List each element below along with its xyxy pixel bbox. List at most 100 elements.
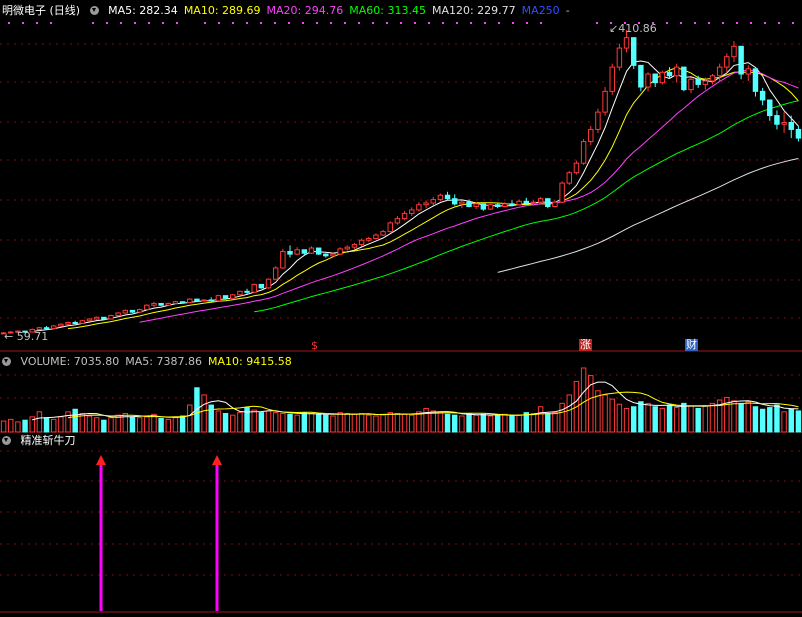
volume-bar [666, 404, 673, 433]
volume-bar [43, 417, 50, 433]
volume-bar [423, 407, 429, 433]
legend-toggle-icon[interactable] [89, 6, 99, 15]
candle-body [444, 194, 451, 200]
volume-bar [244, 407, 250, 433]
top-dot [120, 22, 122, 24]
candle-body [623, 37, 630, 49]
volume-bar [308, 412, 315, 433]
candle-body [459, 201, 465, 205]
volume-bar [459, 415, 465, 433]
candle-body [502, 203, 508, 207]
candle-body [752, 68, 759, 92]
volume-bar [15, 421, 21, 433]
candle-body [552, 201, 558, 207]
candle-body [215, 295, 222, 302]
volume-bar [129, 416, 136, 433]
candle-body [179, 301, 186, 304]
volume-bar [272, 412, 279, 433]
volume-bar [616, 403, 623, 433]
volume-bar [344, 412, 351, 433]
volume-bar [731, 400, 737, 433]
volume-bar [609, 398, 615, 433]
volume-bar [659, 407, 666, 433]
candle-body [516, 200, 522, 206]
candle-body [387, 222, 393, 233]
price-high-label: ↙410.86 [609, 22, 657, 35]
volume-bar [301, 412, 308, 433]
price-legend: 明微电子 (日线) MA5: 282.34 MA10: 289.69 MA20: 2… [2, 3, 576, 18]
top-dot [344, 22, 346, 24]
candle-body [222, 295, 229, 299]
signal-bar-2 [215, 463, 219, 611]
candle-body [194, 298, 200, 302]
candle-body [409, 209, 415, 214]
candle-body [115, 312, 121, 317]
price-low-label: ← 59.71 [4, 330, 49, 343]
event-marker-2[interactable]: 财 [685, 339, 698, 351]
candle-body [451, 198, 458, 205]
volume-bar [437, 412, 444, 433]
candle-body [774, 115, 780, 125]
volume-bar [509, 415, 515, 433]
volume-bar [752, 406, 759, 433]
volume-bar [774, 404, 780, 433]
candle-body [559, 182, 565, 203]
candle-body [695, 78, 701, 85]
chart-stage[interactable]: 明微电子 (日线) MA5: 282.34 MA10: 289.69 MA20: 2… [0, 0, 802, 617]
volume-bar [795, 410, 802, 433]
candle-body [79, 320, 86, 324]
top-dot [22, 22, 24, 24]
candle-body [373, 234, 379, 240]
candle-body [129, 309, 136, 313]
candle-body [530, 201, 537, 204]
volume-bar [136, 417, 143, 433]
ma-legend-item-2: MA20: 294.76 [266, 4, 344, 17]
event-marker-1[interactable]: 涨 [579, 339, 592, 351]
volume-bar [108, 417, 114, 433]
candle-body [545, 198, 551, 207]
volume-bar [86, 415, 93, 433]
volume-bar [444, 413, 451, 433]
stock-name: 明微电子 (日线) [2, 4, 81, 17]
top-dot [358, 22, 360, 24]
volume-bar [767, 407, 773, 433]
volume-bar [387, 412, 393, 433]
top-dot [484, 22, 486, 24]
signal-arrow-icon [212, 455, 222, 465]
top-dot [400, 22, 402, 24]
candle-body [688, 78, 694, 91]
candle-body [108, 315, 114, 320]
stock-chart-svg[interactable] [0, 0, 802, 617]
volume-bar [537, 406, 544, 433]
volume-bar [745, 401, 752, 433]
indicator-toggle-icon[interactable] [2, 436, 11, 445]
volume-bar [602, 394, 608, 433]
volume-bar [430, 410, 436, 433]
candle-body [65, 321, 71, 325]
top-dot [456, 22, 458, 24]
top-dot [764, 22, 766, 24]
top-dot [708, 22, 710, 24]
candle-body [258, 283, 265, 289]
top-dot [512, 22, 514, 24]
top-dot [414, 22, 416, 24]
top-dot [470, 22, 472, 24]
volume-bar [530, 412, 537, 433]
top-dot [428, 22, 430, 24]
candle-body [43, 327, 50, 330]
top-dot [260, 22, 262, 24]
indicator-legend: 精准斩牛刀 [2, 433, 82, 448]
top-dot [540, 22, 542, 24]
top-dot [778, 22, 780, 24]
candle-body [337, 248, 343, 255]
candle-body [401, 212, 408, 220]
candle-body [666, 71, 673, 77]
volume-bar [473, 414, 479, 433]
volume-bar [781, 411, 787, 433]
ma-legend-item-3: MA60: 313.45 [349, 4, 426, 17]
top-dot [246, 22, 248, 24]
volume-bar [559, 402, 565, 433]
candle-body [86, 318, 93, 322]
event-marker-0[interactable]: $ [310, 340, 319, 352]
volume-toggle-icon[interactable] [2, 357, 11, 366]
